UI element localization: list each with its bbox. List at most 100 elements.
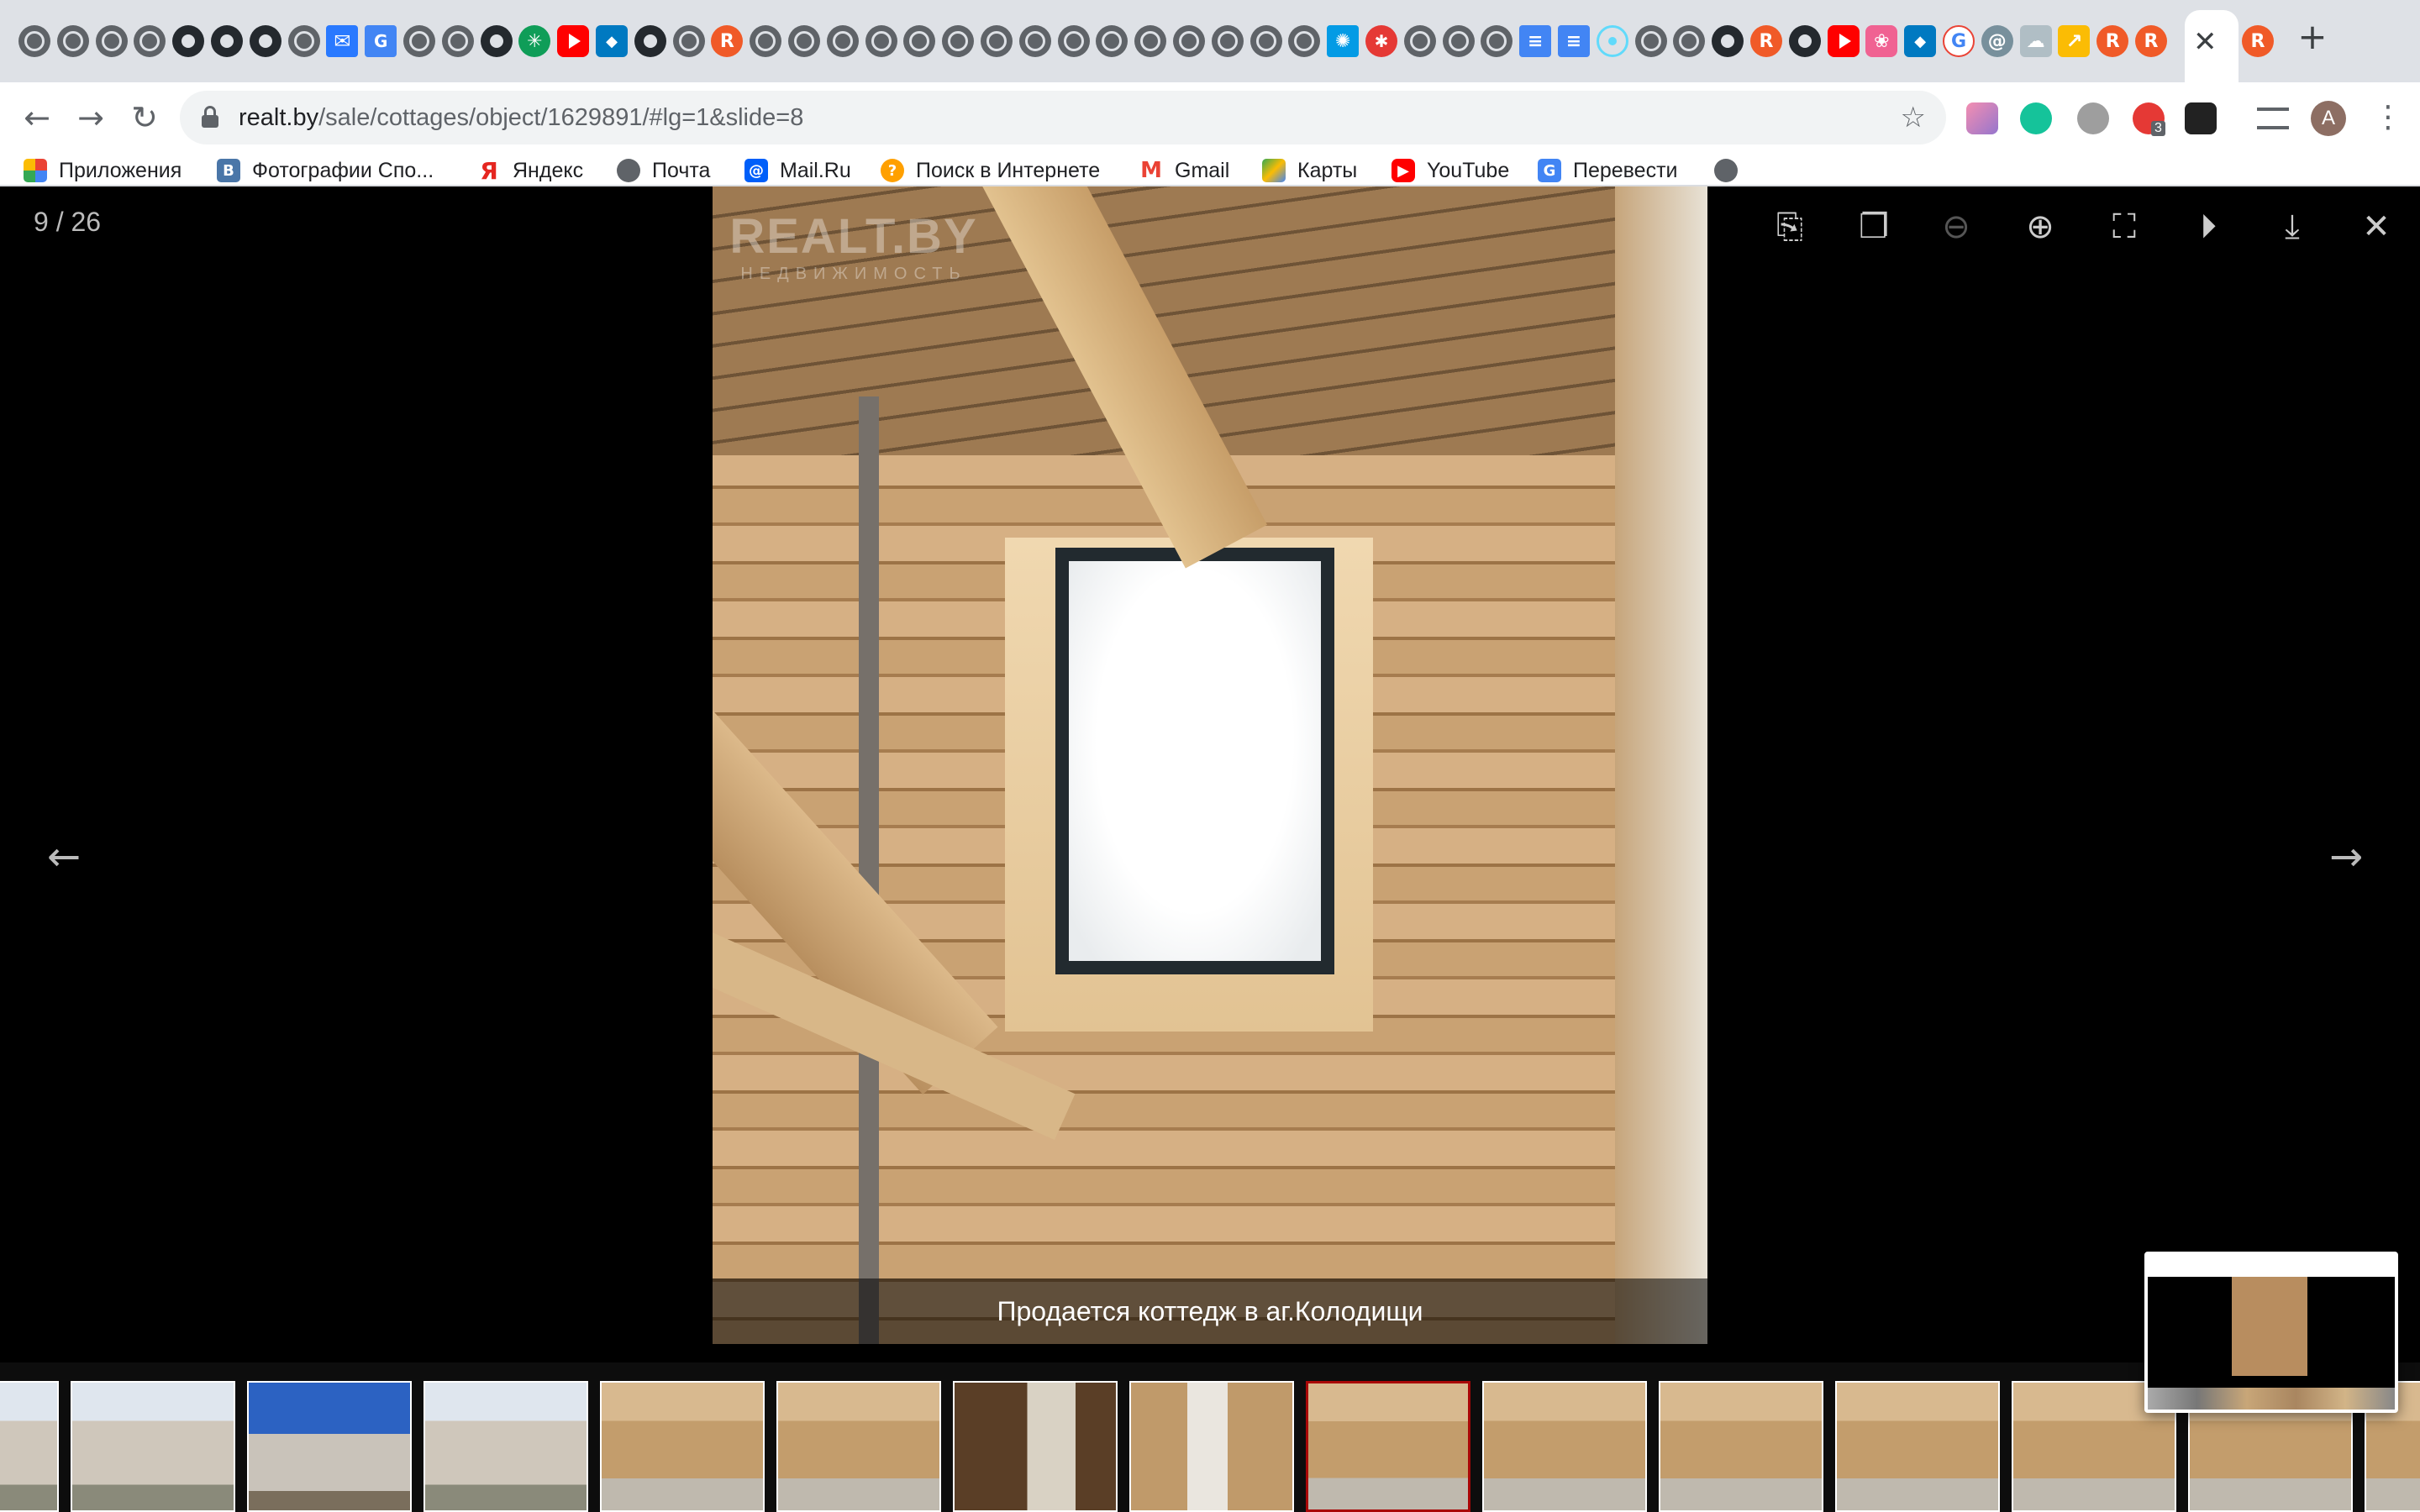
tab-blue-star-icon[interactable] [1327,25,1360,57]
bookmark-mailru[interactable]: @ Mail.Ru [744,155,851,186]
tab-globe-icon[interactable] [56,25,89,57]
bookmark-pochta[interactable]: Почта [617,155,710,186]
tab-globe-icon[interactable] [1403,25,1436,57]
thumbnail[interactable] [424,1381,588,1512]
back-button[interactable]: ← [18,99,55,136]
tab-globe-icon[interactable] [903,25,936,57]
thumbnail[interactable] [953,1381,1118,1512]
bookmark-vk-photos[interactable]: В Фотографии Спо... [217,155,434,186]
tab-globe-icon[interactable] [1134,25,1167,57]
tab-github-icon[interactable] [1788,25,1821,57]
tab-globe-icon[interactable] [1018,25,1051,57]
tab-green-snowflake-icon[interactable] [518,25,551,57]
bookmark-search[interactable]: ? Поиск в Интернете [881,155,1100,186]
share-icon[interactable]: ⎘ [1766,203,1813,250]
thumbnail[interactable] [1835,1381,2000,1512]
tab-globe-icon[interactable] [1673,25,1706,57]
thumbnail-active[interactable] [1306,1381,1470,1512]
lock-icon[interactable] [202,106,218,128]
address-bar[interactable]: realt.by/sale/cottages/object/1629891/#l… [180,91,1946,144]
play-icon[interactable]: ⏵ [2185,203,2232,250]
tab-globe-icon[interactable] [1249,25,1282,57]
close-icon[interactable]: ✕ [2353,203,2400,250]
tab-google-docs-icon[interactable] [1558,25,1590,57]
gradient-extension-icon[interactable] [1966,102,1998,134]
tab-fish-icon[interactable] [1904,25,1937,57]
tab-globe-icon[interactable] [942,25,975,57]
tab-youtube-icon[interactable] [1827,25,1860,57]
zoom-out-icon[interactable]: ⊖ [1933,203,1980,250]
tab-globe-icon[interactable] [1211,25,1244,57]
next-slide-button[interactable]: → [2329,833,2363,880]
tab-globe-icon[interactable] [672,25,705,57]
bookmark-youtube[interactable]: ▶ YouTube [1392,155,1509,186]
media-controls-icon[interactable] [2257,108,2289,129]
tab-globe-icon[interactable] [865,25,897,57]
tab-globe-icon[interactable] [18,25,50,57]
bookmark-apps[interactable]: Приложения [24,155,182,186]
bookmark-maps[interactable]: Карты [1262,155,1357,186]
thumbnail[interactable] [0,1381,59,1512]
tab-globe-icon[interactable] [750,25,782,57]
reload-button[interactable]: ↻ [126,99,163,136]
tab-r-logo-icon[interactable] [1750,25,1782,57]
bookmark-gmail[interactable]: M Gmail [1139,155,1229,186]
grammarly-extension-icon[interactable] [2020,102,2052,134]
tab-globe-icon[interactable] [1096,25,1128,57]
forward-button[interactable]: → [72,99,109,136]
tab-cloud-icon[interactable] [2019,25,2052,57]
close-tab-icon[interactable]: ✕ [2193,25,2217,59]
tab-globe-icon[interactable] [1288,25,1321,57]
thumbnail[interactable] [776,1381,941,1512]
tab-swirl-icon[interactable] [1981,25,2013,57]
tab-google-docs-icon[interactable] [1519,25,1552,57]
tab-github-icon[interactable] [172,25,205,57]
thumbnail[interactable] [1482,1381,1647,1512]
tab-globe-icon[interactable] [788,25,820,57]
tab-globe-icon[interactable] [134,25,166,57]
new-tab-button[interactable]: + [2294,18,2331,55]
bookmark-translate[interactable]: G Перевести [1538,155,1678,186]
tab-globe-icon[interactable] [95,25,128,57]
tab-mail-icon[interactable] [326,25,359,57]
v-extension-icon[interactable] [2185,102,2217,134]
zoom-in-icon[interactable]: ⊕ [2017,203,2064,250]
bookmark-yandex[interactable]: Я Яндекс [477,155,583,186]
thumbnail[interactable] [71,1381,235,1512]
thumbnail[interactable] [600,1381,765,1512]
fullscreen-icon[interactable]: ⛶ [2101,203,2148,250]
paw-extension-icon[interactable] [2077,102,2109,134]
thumbnail[interactable] [1659,1381,1823,1512]
tab-r-logo-icon[interactable] [2242,25,2274,57]
bookmark-globe[interactable] [1714,155,1738,186]
copy-icon[interactable]: ❐ [1850,203,1897,250]
tab-react-icon[interactable] [1596,25,1628,57]
tab-red-figure-icon[interactable] [1365,25,1397,57]
tab-fish-icon[interactable] [596,25,628,57]
tab-pink-flower-icon[interactable] [1865,25,1898,57]
thumbnail[interactable] [1129,1381,1294,1512]
adblock-extension-icon[interactable]: 3 [2133,102,2165,136]
tab-globe-icon[interactable] [1057,25,1090,57]
tab-globe-icon[interactable] [441,25,474,57]
browser-menu-icon[interactable]: ⋮ [2373,99,2403,136]
bookmark-star-icon[interactable]: ☆ [1901,91,1926,144]
profile-avatar[interactable]: A [2311,101,2346,136]
tab-google-icon[interactable] [1943,25,1975,57]
tab-r-logo-icon[interactable] [711,25,744,57]
tab-globe-icon[interactable] [1481,25,1513,57]
tab-arrow-icon[interactable] [2058,25,2091,57]
download-icon[interactable]: ⤓ [2269,203,2316,250]
tab-translate-icon[interactable] [365,25,397,57]
tab-globe-icon[interactable] [1634,25,1667,57]
tab-youtube-icon[interactable] [557,25,590,57]
tab-github-icon[interactable] [249,25,281,57]
tab-github-icon[interactable] [480,25,513,57]
active-tab[interactable]: ✕ [2185,10,2238,82]
tab-globe-icon[interactable] [287,25,320,57]
tab-r-logo-icon[interactable] [2135,25,2167,57]
thumbnail[interactable] [247,1381,412,1512]
tab-r-logo-icon[interactable] [2096,25,2129,57]
tab-github-icon[interactable] [634,25,666,57]
tab-globe-icon[interactable] [1173,25,1205,57]
